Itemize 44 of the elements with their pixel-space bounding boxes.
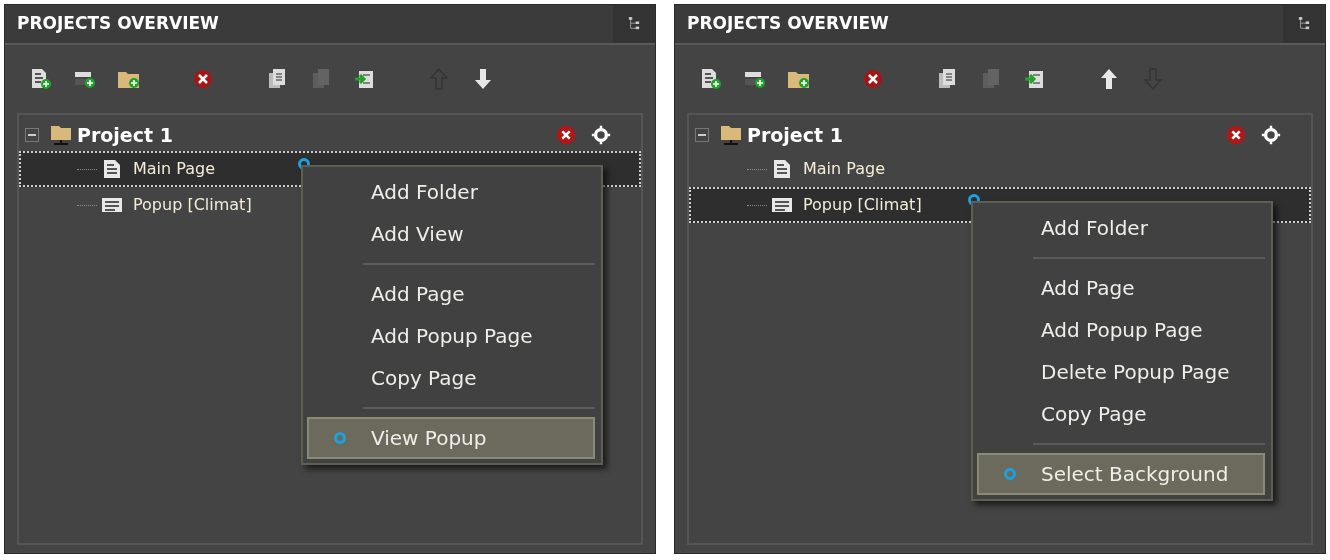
menu-item[interactable]: View Popup [307,417,595,459]
project-name[interactable]: Project 1 [747,120,843,150]
panel-title: PROJECTS OVERVIEW [17,12,219,36]
menu-item[interactable]: Add Folder [977,207,1265,249]
tree-item[interactable]: Main Page [689,151,965,187]
window-icon [771,195,793,215]
settings-icon[interactable] [591,125,611,145]
menu-item[interactable]: Add Popup Page [977,309,1265,351]
menu-item[interactable]: Add Page [977,267,1265,309]
project-folder-icon [719,123,743,147]
delete-icon[interactable] [555,124,577,146]
project-name[interactable]: Project 1 [77,120,173,150]
window-icon [101,195,123,215]
page-icon [771,159,793,179]
menu-item[interactable]: Add Popup Page [307,315,595,357]
tree-view-icon[interactable] [1283,5,1325,43]
tree-item-label: Popup [Climat] [133,194,253,216]
project-folder-icon [49,123,73,147]
tree-item-label: Main Page [133,158,216,180]
settings-icon[interactable] [1261,125,1281,145]
delete-icon[interactable] [1225,124,1247,146]
menu-item[interactable]: Copy Page [977,393,1265,435]
collapse-toggle[interactable] [695,128,709,142]
anchor-dot-icon [297,157,311,171]
page-icon [101,159,123,179]
menu-item[interactable]: Add Folder [307,171,595,213]
menu-item[interactable]: Add View [307,213,595,255]
delete-icon[interactable] [861,67,885,91]
tree-item-label: Main Page [803,158,886,180]
tree-item[interactable]: Popup [Climat] [19,187,295,223]
radio-dot-icon [333,431,347,445]
add-page-icon[interactable] [699,67,723,91]
delete-icon[interactable] [191,67,215,91]
add-page-icon[interactable] [29,67,53,91]
radio-dot-icon [1003,467,1017,481]
tree-view-icon[interactable] [613,5,655,43]
tree-item-label: Popup [Climat] [803,194,923,216]
menu-item[interactable]: Add Page [307,273,595,315]
anchor-dot-icon [967,193,981,207]
collapse-toggle[interactable] [25,128,39,142]
panel-title: PROJECTS OVERVIEW [687,12,889,36]
menu-item[interactable]: Delete Popup Page [977,351,1265,393]
menu-item[interactable]: Select Background [977,453,1265,495]
menu-item[interactable]: Copy Page [307,357,595,399]
